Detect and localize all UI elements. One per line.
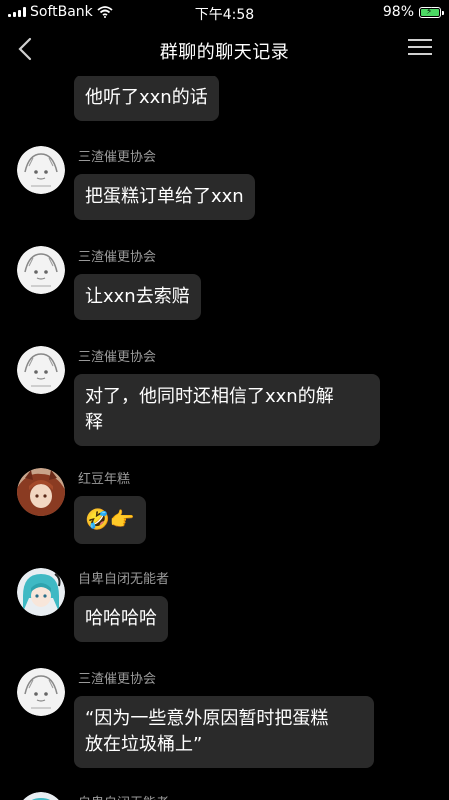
avatar[interactable] <box>17 668 65 716</box>
hamburger-menu-icon <box>405 39 435 55</box>
avatar[interactable] <box>17 146 65 194</box>
navigation-bar: 群聊的聊天记录 <box>0 24 449 76</box>
miku-avatar-icon <box>23 792 59 800</box>
miku-avatar-icon <box>17 568 65 616</box>
message-bubble[interactable]: “因为一些意外原因暂时把蛋糕 放在垃圾桶上” <box>74 696 374 768</box>
message-bubble[interactable]: 哈哈哈哈 <box>74 596 168 642</box>
message-bubble[interactable]: 让xxn去索赔 <box>74 274 201 320</box>
avatar[interactable] <box>17 568 65 616</box>
message-text-line: 释 <box>85 412 103 433</box>
message-text-line: “因为一些意外原因暂时把蛋糕 <box>85 708 329 729</box>
message-bubble[interactable]: 🤣👉 <box>74 496 146 544</box>
battery-icon: ⚡ <box>419 6 444 18</box>
sketch-avatar-icon <box>17 668 65 716</box>
sketch-avatar-icon <box>17 146 65 194</box>
message-text: 他听了xxn的话 <box>85 87 208 108</box>
status-bar: SoftBank 下午4:58 98% ⚡ <box>0 0 449 24</box>
battery-percent: 98% <box>382 4 414 20</box>
sender-name: 三渣催更协会 <box>78 672 157 687</box>
message-bubble[interactable]: 对了，他同时还相信了xxn的解 释 <box>74 374 380 446</box>
sender-name: 三渣催更协会 <box>78 150 157 165</box>
sketch-avatar-icon <box>17 246 65 294</box>
message-text: 让xxn去索赔 <box>85 286 190 307</box>
sketch-avatar-icon <box>17 346 65 394</box>
avatar[interactable] <box>17 246 65 294</box>
sender-name: 红豆年糕 <box>78 472 131 487</box>
message-text-line: 放在垃圾桶上” <box>85 734 203 755</box>
sender-name: 三渣催更协会 <box>78 350 157 365</box>
avatar[interactable] <box>17 792 65 800</box>
page-title: 群聊的聊天记录 <box>159 42 290 63</box>
sender-name: 自卑自闭无能者 <box>78 792 169 800</box>
message-text: 哈哈哈哈 <box>85 608 157 629</box>
message-text-line: 对了，他同时还相信了xxn的解 <box>85 386 334 407</box>
sender-name: 三渣催更协会 <box>78 250 157 265</box>
anime-girl-avatar-icon <box>17 468 65 516</box>
clock: 下午4:58 <box>194 7 255 23</box>
message-bubble[interactable]: 他听了xxn的话 <box>74 76 219 121</box>
message-text: 把蛋糕订单给了xxn <box>85 186 244 207</box>
avatar[interactable] <box>17 468 65 516</box>
menu-button[interactable] <box>405 34 435 64</box>
chat-history[interactable]: 他听了xxn的话 三渣催更协会 把蛋糕订单给了xxn 三渣催更协会 让xxn去索… <box>0 76 449 800</box>
battery-group: 98% ⚡ <box>382 4 444 20</box>
emoji-message: 🤣👉 <box>85 507 135 531</box>
avatar[interactable] <box>17 346 65 394</box>
message-bubble[interactable]: 把蛋糕订单给了xxn <box>74 174 255 220</box>
sender-name: 自卑自闭无能者 <box>78 572 170 587</box>
